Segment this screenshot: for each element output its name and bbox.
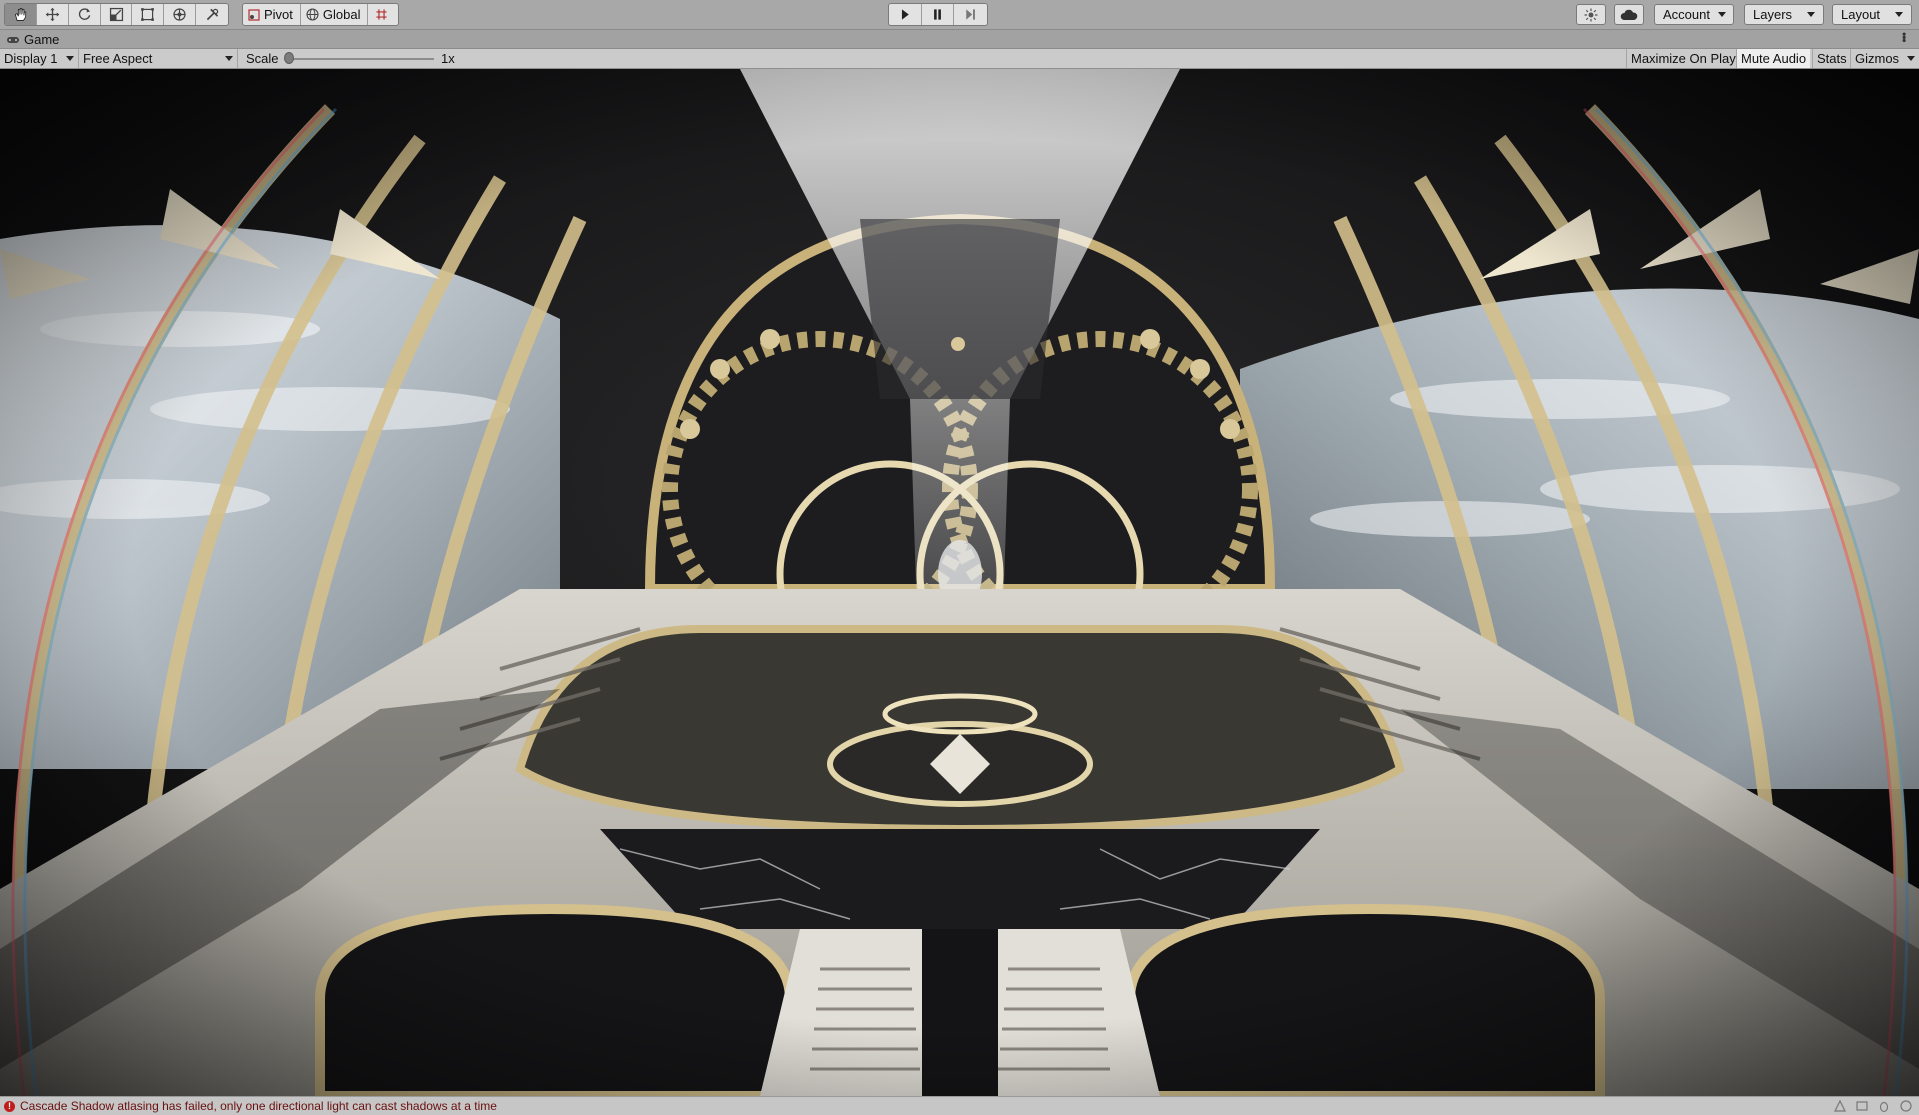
gizmos-label: Gizmos <box>1855 51 1900 66</box>
chevron-down-icon <box>66 56 74 61</box>
scale-tool-button[interactable] <box>101 4 133 25</box>
status-icons <box>1833 1099 1913 1113</box>
error-icon: ! <box>4 1100 15 1112</box>
transform-icon <box>173 8 186 21</box>
main-toolbar: Pivot Global Account Layers Layout <box>0 0 1919 30</box>
pause-button[interactable] <box>922 4 955 25</box>
pivot-toggle[interactable]: Pivot <box>243 4 301 25</box>
tab-bar: Game ••• <box>0 30 1919 49</box>
grid-snap-icon <box>376 9 387 20</box>
chevron-down-icon <box>1895 12 1903 17</box>
stats-toggle[interactable]: Stats <box>1812 49 1851 68</box>
play-icon <box>902 9 910 20</box>
rotate-icon <box>78 8 90 20</box>
tab-title: Game <box>24 32 60 47</box>
custom-tool-button[interactable] <box>196 4 228 25</box>
global-toggle[interactable]: Global <box>301 4 369 25</box>
pivot-label: Pivot <box>264 7 293 22</box>
global-label: Global <box>322 7 361 22</box>
chevron-down-icon <box>1907 56 1915 61</box>
layers-dropdown[interactable]: Layers <box>1744 4 1824 25</box>
move-icon <box>45 7 60 22</box>
status-message: Cascade Shadow atlasing has failed, only… <box>20 1099 497 1113</box>
account-dropdown[interactable]: Account <box>1654 4 1734 25</box>
handle-toggles: Pivot Global <box>242 3 399 26</box>
hand-tool-button[interactable] <box>5 4 37 25</box>
scale-value: 1x <box>441 51 455 66</box>
pivot-icon <box>248 8 260 21</box>
scale-icon <box>109 7 123 22</box>
aspect-dropdown[interactable]: Free Aspect <box>79 49 238 68</box>
transform-tools <box>4 3 229 26</box>
layout-label: Layout <box>1841 7 1881 22</box>
gamepad-icon <box>7 36 19 43</box>
rect-tool-button[interactable] <box>132 4 165 25</box>
step-button[interactable] <box>954 4 987 25</box>
globe-icon <box>306 8 319 21</box>
cache-icon[interactable] <box>1855 1099 1869 1113</box>
tab-game[interactable]: Game <box>0 30 69 49</box>
cloud-button[interactable] <box>1614 4 1644 25</box>
sun-icon <box>1584 8 1598 21</box>
aspect-label: Free Aspect <box>83 51 153 66</box>
hand-icon <box>14 8 27 21</box>
progress-icon[interactable] <box>1833 1099 1847 1113</box>
console-status-bar[interactable]: ! Cascade Shadow atlasing has failed, on… <box>0 1096 1919 1115</box>
game-view-toolbar: Display 1 Free Aspect Scale 1x Maximize … <box>0 49 1919 69</box>
maximize-label: Maximize On Play <box>1631 51 1736 66</box>
more-options-icon[interactable]: ••• <box>1897 32 1911 42</box>
scale-slider[interactable] <box>288 58 434 60</box>
pause-icon <box>934 9 941 20</box>
scene-render <box>0 69 1919 1096</box>
transform-tool-button[interactable] <box>164 4 197 25</box>
display-dropdown[interactable]: Display 1 <box>0 49 79 68</box>
debug-icon[interactable] <box>1877 1099 1891 1113</box>
chevron-down-icon <box>1807 12 1815 17</box>
scale-slider-thumb[interactable] <box>284 52 294 64</box>
maximize-on-play-toggle[interactable]: Maximize On Play <box>1626 49 1740 68</box>
stats-label: Stats <box>1817 51 1847 66</box>
layers-label: Layers <box>1753 7 1793 22</box>
auto-refresh-icon[interactable] <box>1899 1099 1913 1113</box>
mute-label: Mute Audio <box>1741 51 1807 66</box>
cloud-icon <box>1620 9 1638 20</box>
move-tool-button[interactable] <box>37 4 69 25</box>
step-icon <box>966 9 976 20</box>
mute-audio-toggle[interactable]: Mute Audio <box>1736 49 1811 68</box>
scale-label: Scale <box>246 51 279 66</box>
play-controls <box>888 3 988 26</box>
tools-icon <box>206 8 218 21</box>
gizmos-dropdown[interactable]: Gizmos <box>1850 49 1919 68</box>
grid-snap-button[interactable] <box>368 4 394 25</box>
account-label: Account <box>1663 7 1710 22</box>
rotate-tool-button[interactable] <box>69 4 101 25</box>
display-label: Display 1 <box>4 51 58 66</box>
chevron-down-icon <box>1717 12 1726 17</box>
game-viewport[interactable] <box>0 69 1919 1096</box>
chevron-down-icon <box>225 56 233 61</box>
play-button[interactable] <box>889 4 922 25</box>
services-button[interactable] <box>1576 4 1606 25</box>
rect-transform-icon <box>141 8 155 21</box>
layout-dropdown[interactable]: Layout <box>1832 4 1912 25</box>
